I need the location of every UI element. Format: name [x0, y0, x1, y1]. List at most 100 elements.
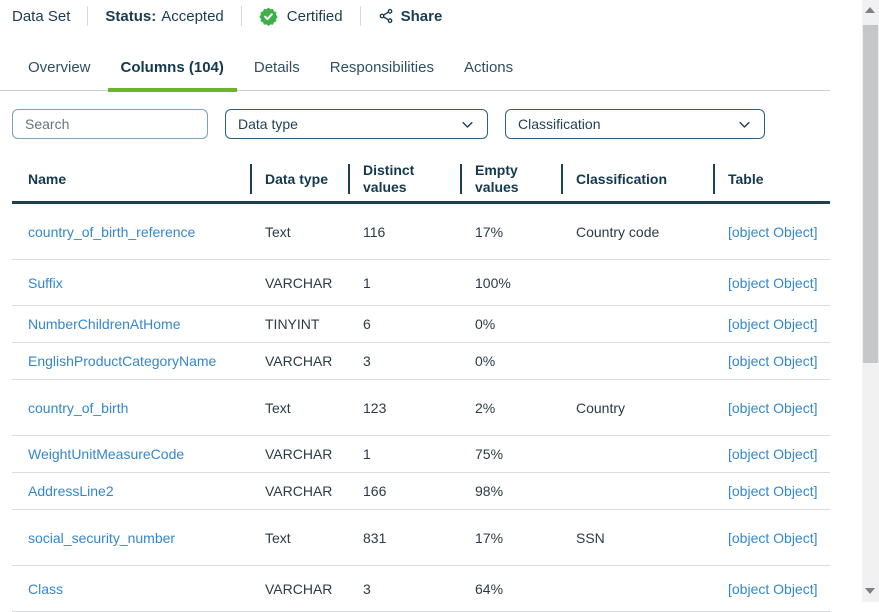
table-row: country_of_birth Text 123 2% Country [ob…: [12, 380, 830, 436]
divider: [360, 6, 361, 26]
column-name-link[interactable]: Suffix: [28, 275, 63, 291]
certified-label: Certified: [287, 8, 343, 25]
column-name-link[interactable]: NumberChildrenAtHome: [28, 316, 181, 332]
column-header-table: Table: [713, 157, 830, 201]
source-table-link[interactable]: [object Object]: [728, 353, 818, 369]
data-type-dropdown[interactable]: Data type: [225, 109, 488, 139]
scroll-up-arrow-icon[interactable]: [865, 7, 875, 13]
cell-distinct-values: 831: [348, 530, 460, 546]
table-row: Class VARCHAR 3 64% [object Object]: [12, 566, 830, 612]
certified-badge: Certified: [259, 7, 343, 26]
table-row: Suffix VARCHAR 1 100% [object Object]: [12, 260, 830, 306]
cell-data-type: Text: [250, 224, 348, 240]
table-row: social_security_number Text 831 17% SSN …: [12, 510, 830, 566]
status-value: Accepted: [161, 8, 224, 25]
cell-data-type: VARCHAR: [250, 353, 348, 369]
cell-empty-values: 75%: [460, 446, 561, 462]
column-header-data-type: Data type: [250, 157, 348, 201]
cell-distinct-values: 3: [348, 581, 460, 597]
table-header-row: Name Data type Distinct values Empty val…: [12, 157, 830, 204]
tab[interactable]: Columns (104): [108, 45, 237, 90]
cell-distinct-values: 116: [348, 224, 460, 240]
tab[interactable]: Responsibilities: [317, 45, 447, 90]
source-table-link[interactable]: [object Object]: [728, 530, 818, 546]
table-row: EnglishProductCategoryName VARCHAR 3 0% …: [12, 343, 830, 380]
source-table-link[interactable]: [object Object]: [728, 316, 818, 332]
column-header-classification: Classification: [561, 157, 713, 201]
divider: [241, 6, 242, 26]
tab[interactable]: Details: [241, 45, 313, 90]
cell-distinct-values: 3: [348, 353, 460, 369]
cell-data-type: VARCHAR: [250, 275, 348, 291]
divider: [87, 6, 88, 26]
source-table-link[interactable]: [object Object]: [728, 224, 818, 240]
tab[interactable]: Overview: [15, 45, 104, 90]
tab-label: Columns (104): [121, 59, 224, 76]
tab[interactable]: Actions: [451, 45, 526, 90]
tab-label: Details: [254, 59, 300, 76]
cell-distinct-values: 1: [348, 275, 460, 291]
source-table-link[interactable]: [object Object]: [728, 446, 818, 462]
column-header-name: Name: [12, 157, 250, 201]
data-type-dropdown-label: Data type: [238, 116, 298, 132]
cell-classification: Country: [561, 400, 713, 416]
table-row: AddressLine2 VARCHAR 166 98% [object Obj…: [12, 473, 830, 510]
share-label: Share: [401, 8, 443, 25]
cell-empty-values: 64%: [460, 581, 561, 597]
cell-distinct-values: 1: [348, 446, 460, 462]
classification-dropdown-label: Classification: [518, 116, 600, 132]
column-header-distinct-values: Distinct values: [348, 157, 460, 201]
cell-distinct-values: 166: [348, 483, 460, 499]
vertical-scrollbar[interactable]: [862, 0, 879, 602]
column-name-link[interactable]: social_security_number: [28, 530, 175, 546]
status-indicator: Status: Accepted: [105, 8, 223, 25]
cell-empty-values: 2%: [460, 400, 561, 416]
scroll-down-arrow-icon[interactable]: [865, 588, 875, 594]
chevron-down-icon: [737, 117, 752, 132]
cell-distinct-values: 123: [348, 400, 460, 416]
cell-empty-values: 98%: [460, 483, 561, 499]
cell-data-type: VARCHAR: [250, 446, 348, 462]
certified-seal-icon: [259, 7, 278, 26]
column-name-link[interactable]: country_of_birth_reference: [28, 224, 195, 240]
cell-empty-values: 0%: [460, 353, 561, 369]
column-name-link[interactable]: EnglishProductCategoryName: [28, 353, 216, 369]
table-row: country_of_birth_reference Text 116 17% …: [12, 204, 830, 260]
source-table-link[interactable]: [object Object]: [728, 581, 818, 597]
tab-bar: Overview Columns (104) Details Responsib…: [0, 45, 830, 91]
status-label: Status:: [105, 8, 156, 25]
chevron-down-icon: [460, 117, 475, 132]
table-body: country_of_birth_reference Text 116 17% …: [12, 204, 830, 612]
cell-empty-values: 0%: [460, 316, 561, 332]
filter-bar: Data type Classification: [12, 109, 879, 139]
cell-empty-values: 17%: [460, 224, 561, 240]
classification-dropdown[interactable]: Classification: [505, 109, 765, 139]
cell-data-type: VARCHAR: [250, 483, 348, 499]
cell-classification: Country code: [561, 224, 713, 240]
cell-data-type: TINYINT: [250, 316, 348, 332]
cell-empty-values: 17%: [460, 530, 561, 546]
column-header-empty-values: Empty values: [460, 157, 561, 201]
table-row: WeightUnitMeasureCode VARCHAR 1 75% [obj…: [12, 436, 830, 473]
page-title: Data Set: [12, 8, 70, 25]
scrollbar-thumb[interactable]: [863, 25, 878, 363]
cell-classification: SSN: [561, 530, 713, 546]
cell-data-type: Text: [250, 530, 348, 546]
search-input[interactable]: [12, 109, 208, 139]
tab-label: Overview: [28, 59, 91, 76]
topbar: Data Set Status: Accepted Certified Share: [0, 0, 879, 32]
cell-empty-values: 100%: [460, 275, 561, 291]
column-name-link[interactable]: WeightUnitMeasureCode: [28, 446, 184, 462]
cell-data-type: Text: [250, 400, 348, 416]
source-table-link[interactable]: [object Object]: [728, 400, 818, 416]
cell-data-type: VARCHAR: [250, 581, 348, 597]
columns-table: Name Data type Distinct values Empty val…: [12, 157, 830, 612]
source-table-link[interactable]: [object Object]: [728, 483, 818, 499]
cell-distinct-values: 6: [348, 316, 460, 332]
share-button[interactable]: Share: [378, 8, 443, 25]
tab-label: Actions: [464, 59, 513, 76]
source-table-link[interactable]: [object Object]: [728, 275, 818, 291]
column-name-link[interactable]: AddressLine2: [28, 483, 114, 499]
column-name-link[interactable]: country_of_birth: [28, 400, 128, 416]
column-name-link[interactable]: Class: [28, 581, 63, 597]
